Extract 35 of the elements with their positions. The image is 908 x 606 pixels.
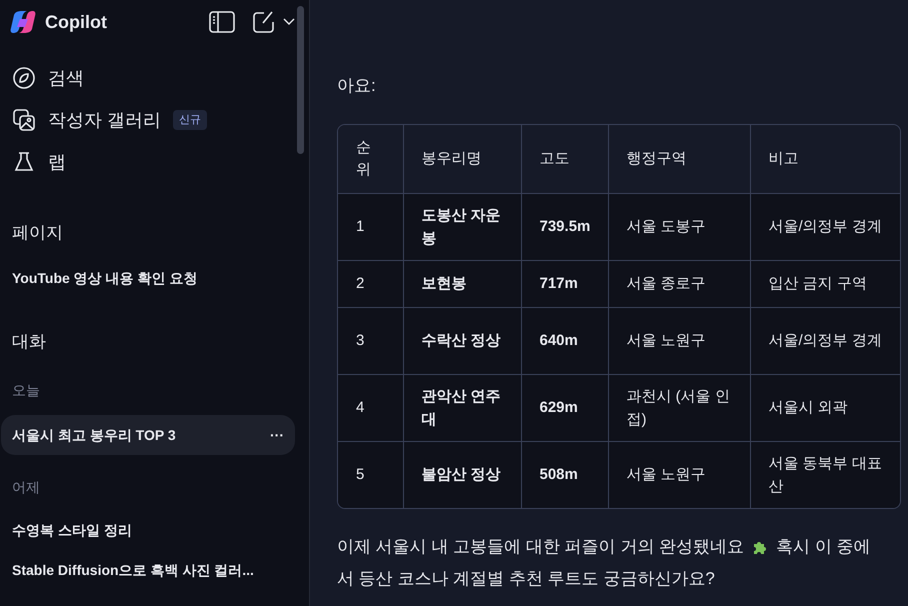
table-cell: 508m	[521, 441, 608, 508]
more-button[interactable]: ···	[270, 424, 284, 446]
table-cell: 5	[338, 441, 403, 508]
section-heading: 대화	[11, 330, 47, 352]
conversation-item[interactable]: 서울시 최고 봉우리 TOP 3 ···	[1, 415, 295, 455]
conversation-item[interactable]: Stable Diffusion으로 흑백 사진 컬러...	[1, 550, 295, 590]
new-chat-icon[interactable]	[253, 11, 275, 33]
closing-question: 서 등산 코스나 계절별 추천 루트도 궁금하신가요?	[337, 568, 716, 590]
logo-icon	[10, 9, 36, 35]
table-cell: 4	[338, 374, 403, 441]
conversation-item[interactable]: 수영복 스타일 정리	[1, 510, 295, 550]
table-cell: 3	[338, 307, 403, 374]
brand-name: Copilot	[45, 10, 107, 34]
intro-text: 아요:	[337, 75, 377, 97]
table-cell: 불암산 정상	[403, 441, 521, 508]
group-label: 어제	[11, 478, 41, 497]
new-badge: 신규	[173, 110, 208, 130]
compass-icon	[12, 66, 36, 90]
table-cell: 서울 노원구	[608, 441, 750, 508]
page-item[interactable]: YouTube 영상 내용 확인 요청	[0, 268, 309, 288]
nav-item[interactable]: 검색	[48, 64, 84, 92]
table-cell: 1	[338, 193, 403, 260]
image-gallery-icon	[12, 108, 36, 132]
flask-icon	[12, 150, 36, 174]
nav-item[interactable]: 작성자 갤러리	[48, 106, 162, 134]
table-cell: 2	[338, 260, 403, 307]
sidebar-toggle-icon[interactable]	[209, 11, 235, 33]
chevron-down-icon[interactable]	[283, 18, 295, 26]
section-heading: 페이지	[11, 222, 64, 244]
closing-text: 이제 서울시 내 고봉들에 대한 퍼즐이 거의 완성됐네요	[337, 536, 744, 558]
column-header: 순위	[338, 125, 403, 193]
table-cell: 서울 동북부 대표 산	[750, 441, 900, 508]
group-label: 오늘	[11, 381, 41, 400]
nav-item[interactable]: 랩	[48, 148, 66, 176]
closing-question: 혹시 이 중에	[776, 536, 871, 558]
